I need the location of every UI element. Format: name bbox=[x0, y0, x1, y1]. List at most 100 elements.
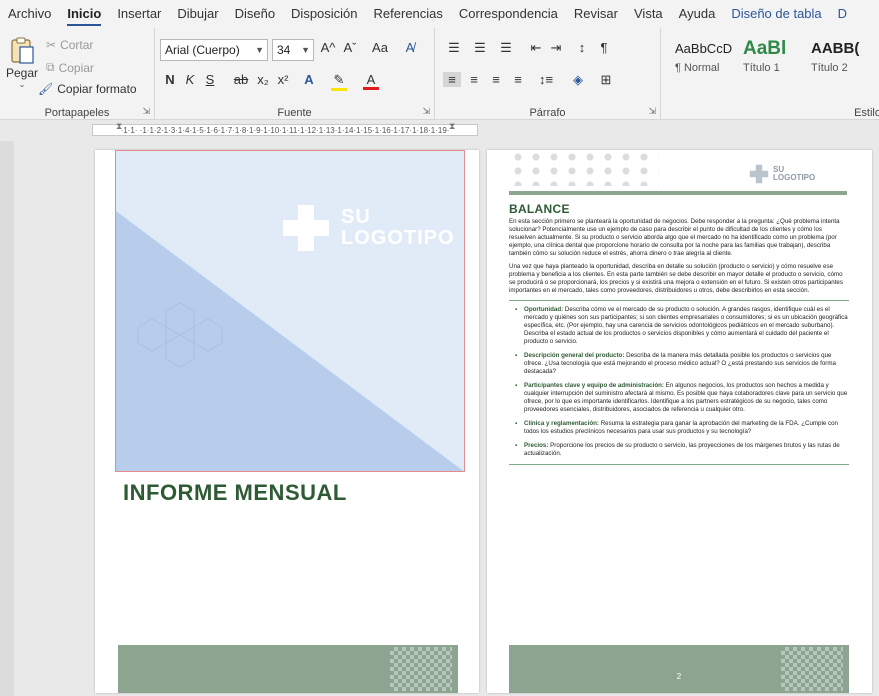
highlight-button[interactable]: ✎ bbox=[331, 72, 347, 91]
cover-title[interactable]: INFORME MENSUAL bbox=[123, 480, 347, 506]
styles-group-label: Estilo bbox=[854, 107, 879, 119]
paste-icon bbox=[11, 37, 34, 64]
align-left-icon[interactable]: ≡ bbox=[443, 72, 461, 87]
ribbon: Pegar ⌄ ✂ Cortar ⧉ Copiar 🖌 Copiar forma… bbox=[0, 28, 879, 120]
tab-inicio[interactable]: Inicio bbox=[59, 0, 109, 28]
decrease-indent-icon[interactable]: ⇤ bbox=[527, 40, 545, 56]
dialog-launcher-icon[interactable]: ⇲ bbox=[648, 106, 656, 117]
style-name: Título 2 bbox=[811, 62, 848, 74]
font-size-dropdown[interactable]: 34 ▼ bbox=[272, 39, 314, 61]
bold-button[interactable]: N bbox=[163, 72, 177, 87]
cover-triangle bbox=[116, 211, 464, 471]
list-item: ▪ Clínica y reglamentación: Resuma la es… bbox=[515, 420, 849, 436]
tab-archivo[interactable]: Archivo bbox=[0, 0, 59, 28]
dialog-launcher-icon[interactable]: ⇲ bbox=[142, 106, 150, 117]
style-normal[interactable]: AaBbCcD ¶ Normal bbox=[675, 36, 737, 96]
page-2-logo: SU LOGOTIPO bbox=[749, 164, 815, 184]
table-border-bottom bbox=[509, 464, 849, 465]
page-2-content[interactable]: BALANCE En esta sección primero se plant… bbox=[509, 202, 849, 470]
borders-icon[interactable]: ⊞ bbox=[595, 72, 617, 88]
list-item-label: Clínica y reglamentación: bbox=[524, 420, 599, 427]
right-indent-marker-icon[interactable]: ⧗ bbox=[449, 121, 455, 132]
tab-disposicion[interactable]: Disposición bbox=[283, 0, 365, 28]
paragraph-group-label: Párrafo bbox=[529, 107, 566, 119]
page-1-footer bbox=[118, 645, 458, 693]
justify-icon[interactable]: ≡ bbox=[509, 72, 527, 87]
text-effects-button[interactable]: A bbox=[301, 72, 317, 87]
sort-icon[interactable]: ↕ bbox=[573, 40, 591, 55]
page-2-footer: 2 bbox=[509, 645, 849, 693]
cut-button[interactable]: ✂ Cortar bbox=[46, 38, 93, 52]
font-color-button[interactable]: A bbox=[363, 72, 379, 90]
style-sample: AaBl bbox=[743, 38, 787, 59]
font-group-label: Fuente bbox=[277, 107, 312, 119]
line-spacing-icon[interactable]: ↕≡ bbox=[535, 72, 557, 87]
shrink-font-button[interactable]: Aˇ bbox=[341, 40, 359, 55]
list-item: ▪ Descripción general del producto: Desc… bbox=[515, 352, 849, 376]
numbering-icon[interactable]: ☰ bbox=[469, 40, 491, 56]
tab-correspondencia[interactable]: Correspondencia bbox=[451, 0, 566, 28]
list-item-text: Describa cómo ve el mercado de su produc… bbox=[524, 306, 848, 345]
pilcrow-icon[interactable]: ¶ bbox=[595, 40, 613, 55]
font-group: Arial (Cuerpo) ▼ 34 ▼ A^ Aˇ Aa A̸ N K S … bbox=[155, 28, 435, 119]
tab-vista[interactable]: Vista bbox=[626, 0, 671, 28]
superscript-button[interactable]: x² bbox=[275, 72, 291, 87]
font-name-dropdown[interactable]: Arial (Cuerpo) ▼ bbox=[160, 39, 268, 61]
tab-diseno-de-tabla[interactable]: Diseño de tabla bbox=[723, 0, 829, 28]
tab-insertar[interactable]: Insertar bbox=[109, 0, 169, 28]
tab-dibujar[interactable]: Dibujar bbox=[169, 0, 226, 28]
bullet-icon: ▪ bbox=[515, 420, 518, 427]
footer-pattern bbox=[390, 647, 452, 691]
cut-label: Cortar bbox=[60, 38, 94, 52]
list-item: ▪ Oportunidad: Describa cómo ve el merca… bbox=[515, 306, 849, 346]
multilevel-list-icon[interactable]: ☰ bbox=[495, 40, 517, 56]
tab-diseno[interactable]: Diseño bbox=[227, 0, 283, 28]
chevron-down-icon: ▼ bbox=[301, 45, 310, 55]
chevron-down-icon: ⌄ bbox=[18, 80, 26, 89]
tab-disposicion-tabla[interactable]: D bbox=[830, 0, 855, 28]
increase-indent-icon[interactable]: ⇥ bbox=[547, 40, 565, 56]
vertical-ruler bbox=[0, 141, 14, 696]
list-item-label: Descripción general del producto: bbox=[524, 352, 625, 359]
copy-icon: ⧉ bbox=[46, 60, 55, 74]
left-indent-marker-icon[interactable]: ⧗ bbox=[116, 121, 122, 132]
styles-group: AaBbCcD ¶ Normal AaBl Título 1 AABB( Tít… bbox=[661, 28, 879, 119]
list-item: ▪ Precios: Proporcione los precios de su… bbox=[515, 442, 849, 458]
format-painter-label: Copiar formato bbox=[57, 82, 137, 96]
section-heading: BALANCE bbox=[509, 202, 570, 216]
ruler-strip: ·1·1· ·1·1·2·1·3·1·4·1·5·1·6·1·7·1·8·1·9… bbox=[0, 121, 879, 141]
clear-formatting-icon[interactable]: A̸ bbox=[401, 40, 419, 55]
paste-button[interactable]: Pegar ⌄ bbox=[6, 36, 38, 89]
tab-referencias[interactable]: Referencias bbox=[366, 0, 451, 28]
style-heading-1[interactable]: AaBl Título 1 bbox=[743, 36, 805, 96]
page-2[interactable]: SU LOGOTIPO BALANCE En esta sección prim… bbox=[487, 150, 872, 693]
header-pattern bbox=[509, 150, 659, 186]
align-right-icon[interactable]: ≡ bbox=[487, 72, 505, 87]
strikethrough-button[interactable]: ab bbox=[231, 72, 251, 87]
style-name: Título 1 bbox=[743, 62, 780, 74]
subscript-button[interactable]: x₂ bbox=[255, 72, 271, 87]
cover-logo-line2: LOGOTIPO bbox=[341, 227, 455, 249]
copy-label: Copiar bbox=[58, 60, 94, 75]
bullet-icon: ▪ bbox=[515, 352, 518, 359]
page-1[interactable]: SU LOGOTIPO INFORME MENSUAL bbox=[95, 150, 479, 693]
italic-button[interactable]: K bbox=[183, 72, 197, 87]
tab-revisar[interactable]: Revisar bbox=[566, 0, 626, 28]
shading-icon[interactable]: ◈ bbox=[567, 72, 589, 88]
paragraph: En esta sección primero se planteará la … bbox=[509, 218, 840, 257]
format-painter-button[interactable]: 🖌 Copiar formato bbox=[38, 82, 137, 96]
tab-ayuda[interactable]: Ayuda bbox=[671, 0, 724, 28]
underline-button[interactable]: S bbox=[203, 72, 217, 87]
align-center-icon[interactable]: ≡ bbox=[465, 72, 483, 87]
clipboard-group: Pegar ⌄ ✂ Cortar ⧉ Copiar 🖌 Copiar forma… bbox=[0, 28, 155, 119]
style-name: ¶ Normal bbox=[675, 62, 720, 74]
grow-font-button[interactable]: A^ bbox=[319, 40, 337, 55]
horizontal-ruler[interactable]: ·1·1· ·1·1·2·1·3·1·4·1·5·1·6·1·7·1·8·1·9… bbox=[92, 124, 478, 136]
style-heading-2[interactable]: AABB( Título 2 bbox=[811, 36, 873, 96]
change-case-button[interactable]: Aa bbox=[367, 40, 393, 55]
bullets-icon[interactable]: ☰ bbox=[443, 40, 465, 56]
copy-button[interactable]: ⧉ Copiar bbox=[46, 60, 94, 75]
dialog-launcher-icon[interactable]: ⇲ bbox=[422, 106, 430, 117]
list-item-label: Precios: bbox=[524, 442, 549, 449]
document-area: SU LOGOTIPO INFORME MENSUAL SU LOGOTIPO … bbox=[0, 141, 879, 696]
